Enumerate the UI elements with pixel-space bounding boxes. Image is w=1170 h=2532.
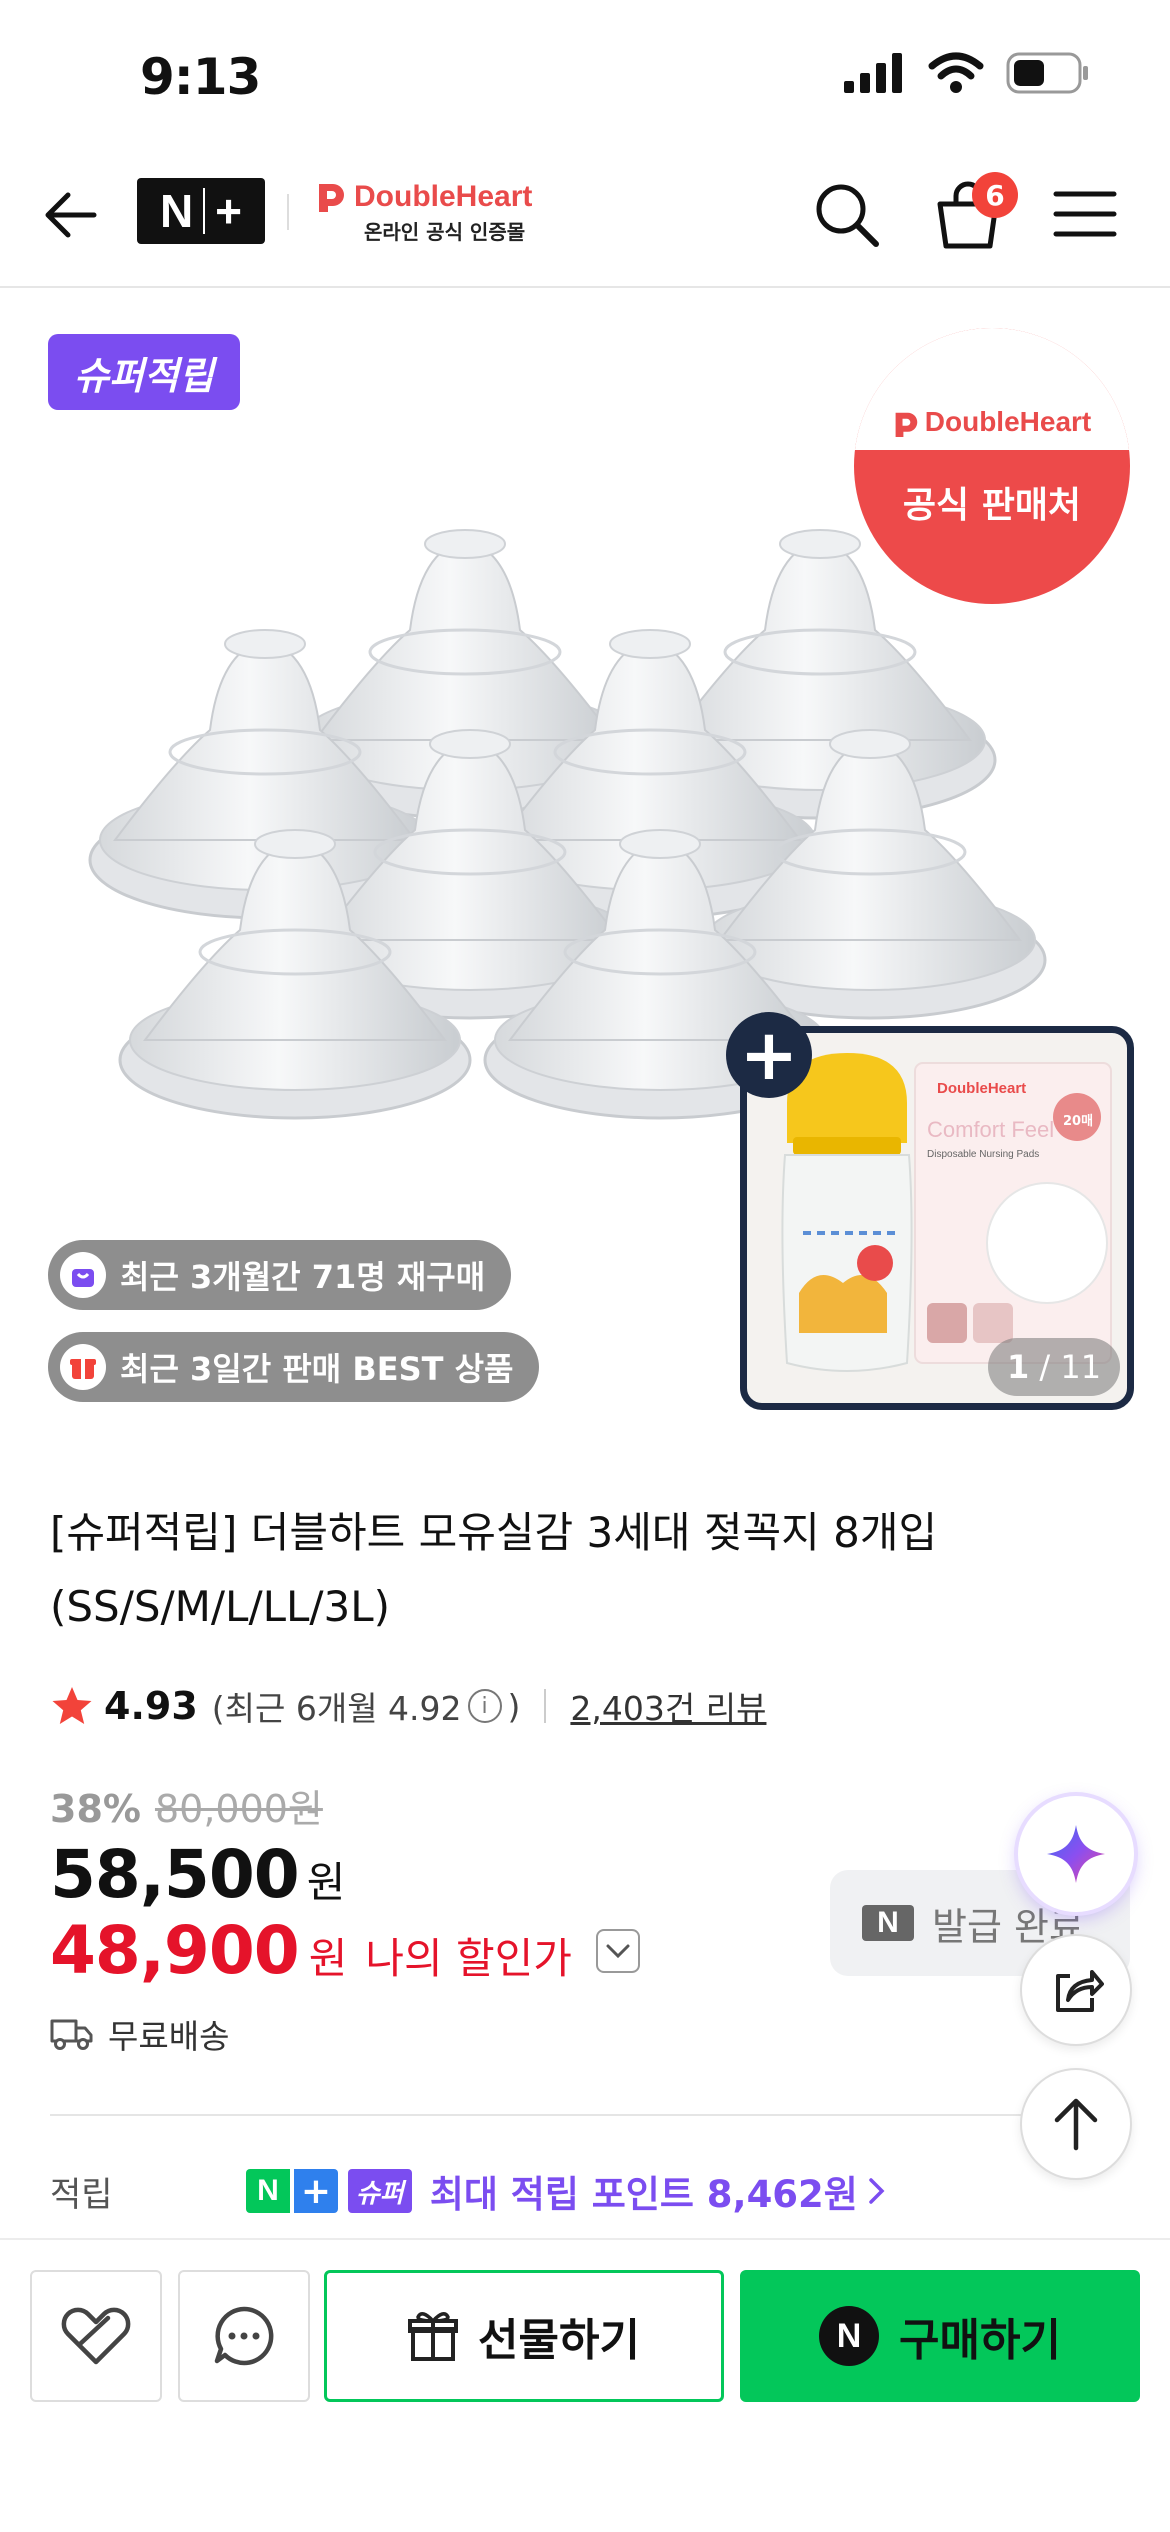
sparkle-icon (1047, 1825, 1105, 1883)
buy-button[interactable]: N 구매하기 (740, 2270, 1140, 2402)
rating-separator (544, 1689, 547, 1723)
review-count-link[interactable]: 2,403건 리뷰 (570, 1682, 766, 1730)
shipping-label: 무료배송 (108, 2017, 230, 2056)
section-divider (50, 2114, 1120, 2116)
chevron-down-icon[interactable] (595, 1928, 640, 1973)
cart-button[interactable]: 6 (930, 172, 1018, 254)
battery-icon (1006, 52, 1088, 94)
scroll-to-top-button[interactable] (1020, 2068, 1132, 2180)
super-points-badge: 슈퍼적립 (48, 334, 240, 410)
status-icons (844, 52, 1090, 94)
naver-plus-store-logo[interactable]: N + (137, 178, 265, 244)
gift-button-label: 선물하기 (478, 2315, 640, 2366)
chevron-right-icon (869, 2178, 885, 2204)
price-row: 58,500 원 (50, 1836, 345, 1913)
doubleheart-logo-icon (895, 412, 918, 437)
brand-name: DoubleHeart (354, 180, 533, 213)
addon-pads-subtitle: Disposable Nursing Pads (927, 1149, 1039, 1160)
max-points-text: 최대 적립 포인트 8,462원 (429, 2173, 858, 2216)
share-icon (1056, 1970, 1104, 2012)
rating-score: 4.93 (104, 1684, 198, 1728)
repurchase-tag: 최근 3개월간 71명 재구매 (48, 1240, 512, 1310)
plus-icon: + (294, 2169, 338, 2213)
recent-rating-close: ) (507, 1686, 521, 1726)
heart-icon (61, 2307, 131, 2365)
gift-button[interactable]: 선물하기 (324, 2270, 724, 2402)
image-index: 1 (1006, 1348, 1030, 1386)
hamburger-menu-icon[interactable] (1052, 184, 1118, 244)
wifi-icon (928, 52, 984, 93)
top-navigation: N + DoubleHeart 온라인 공식 인증몰 6 (0, 150, 1170, 288)
sale-price-unit: 원 (306, 1858, 346, 1907)
addon-plus-icon: + (726, 1012, 812, 1098)
super-badge: 슈퍼 (348, 2169, 412, 2213)
gift-icon (60, 1344, 106, 1390)
my-discount-label: 나의 할인가 (365, 1934, 572, 1983)
shopping-bag-icon (60, 1252, 106, 1298)
product-image-carousel[interactable]: 슈퍼적립 DoubleHeart 공식 판매처 최근 3개월간 71명 재구매 … (0, 290, 1170, 1440)
my-discount-price-unit: 원 (308, 1934, 348, 1983)
sale-price: 58,500 (50, 1836, 300, 1913)
discount-row: 38% 80,000원 (50, 1778, 323, 1833)
gift-box-icon (408, 2312, 459, 2361)
brand-store-logo[interactable]: DoubleHeart 온라인 공식 인증몰 (316, 180, 532, 245)
signal-icon (844, 53, 902, 93)
addon-pads-title: Comfort Feel (927, 1117, 1054, 1142)
best-seller-tag-label: 최근 3일간 판매 BEST 상품 (120, 1350, 514, 1388)
bottom-action-bar: 선물하기 N 구매하기 (0, 2238, 1170, 2532)
buy-button-label: 구매하기 (899, 2315, 1061, 2366)
addon-brand: DoubleHeart (937, 1080, 1026, 1097)
points-row[interactable]: 적립 N + 슈퍼 최대 적립 포인트 8,462원 (50, 2164, 888, 2218)
image-total: / 11 (1039, 1348, 1102, 1386)
points-badges: N + 슈퍼 (246, 2169, 412, 2213)
addon-pads-count: 20매 (1063, 1114, 1093, 1129)
wishlist-button[interactable] (30, 2270, 162, 2402)
share-button[interactable] (1020, 1934, 1132, 2046)
original-price: 80,000원 (154, 1787, 323, 1831)
cart-count-badge: 6 (972, 172, 1018, 218)
image-counter: 1 / 11 (988, 1338, 1120, 1396)
recent-rating-text: (최근 6개월 4.92 (211, 1689, 462, 1728)
brand-subtitle: 온라인 공식 인증몰 (364, 220, 526, 244)
truck-icon (50, 2019, 93, 2050)
logo-plus: + (215, 185, 243, 237)
ai-assistant-button[interactable] (1018, 1796, 1134, 1912)
chat-inquiry-button[interactable] (178, 2270, 310, 2402)
info-icon[interactable]: i (467, 1689, 502, 1723)
arrow-up-icon (1054, 2098, 1098, 2151)
my-discount-price-row: 48,900 원 나의 할인가 (50, 1912, 640, 1989)
seal-brand: DoubleHeart (924, 406, 1092, 437)
naver-n-icon: N (862, 1905, 914, 1941)
status-time: 9:13 (140, 48, 261, 106)
doubleheart-logo-icon (319, 184, 344, 212)
back-arrow-icon[interactable] (38, 180, 108, 250)
status-bar: 9:13 (0, 0, 1170, 150)
points-label: 적립 (50, 2174, 113, 2215)
best-seller-tag: 최근 3일간 판매 BEST 상품 (48, 1332, 540, 1402)
product-title: [슈퍼적립] 더블하트 모유실감 3세대 젖꼭지 8개입 (SS/S/M/L/L… (50, 1508, 938, 1631)
rating-row: 4.93 (최근 6개월 4.92 i ) 2,403건 리뷰 (50, 1682, 766, 1730)
naver-n-icon: N (246, 2169, 290, 2213)
my-discount-price: 48,900 (50, 1912, 300, 1989)
naver-pay-icon: N (819, 2306, 880, 2366)
logo-n: N (159, 185, 194, 237)
repurchase-tag-label: 최근 3개월간 71명 재구매 (120, 1258, 486, 1296)
star-icon (52, 1687, 92, 1724)
search-icon[interactable] (810, 178, 882, 250)
shipping-row: 무료배송 (50, 2010, 229, 2058)
nav-separator (287, 194, 289, 230)
recent-rating: (최근 6개월 4.92 i ) (212, 1682, 521, 1730)
logo-divider (203, 188, 206, 234)
discount-rate: 38% (50, 1787, 141, 1831)
chat-bubble-icon (214, 2306, 274, 2366)
